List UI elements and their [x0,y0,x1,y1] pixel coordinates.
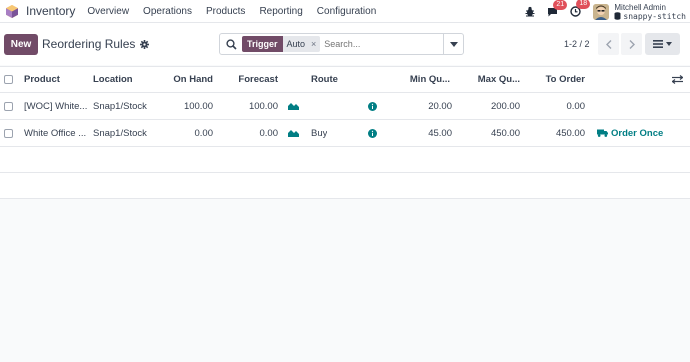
select-all-checkbox[interactable] [4,67,13,92]
messages-count-badge: 21 [553,0,568,10]
caret-down-icon [666,42,672,46]
facet-remove-icon[interactable]: × [311,39,316,49]
inventory-app-icon[interactable] [6,4,18,18]
activities-count-badge: 18 [576,0,591,9]
forecast-graph-icon[interactable] [288,120,299,146]
pager-next-button[interactable] [621,33,642,55]
optional-columns-toggle-icon[interactable] [672,67,683,92]
gear-icon[interactable] [140,39,150,49]
facet-value-text: Auto [286,39,306,49]
menu-products[interactable]: Products [206,6,245,17]
column-header-max-qty[interactable]: Max Qu... [462,67,520,92]
product-cell[interactable]: [WOC] White... [24,93,90,119]
column-header-on-hand[interactable]: On Hand [160,67,213,92]
facet-label: Trigger [242,36,283,52]
pager-value[interactable]: 1-2 / 2 [564,39,590,49]
truck-icon [597,129,608,137]
location-cell[interactable]: Snap1/Stock [93,93,147,119]
chevron-left-icon [605,39,611,49]
new-button[interactable]: New [4,33,38,55]
search-facet-trigger: Trigger Auto × [242,36,321,52]
max-qty-cell[interactable]: 450.00 [462,120,520,146]
table-header: Product Location On Hand Forecast Route … [0,66,690,93]
column-header-forecast[interactable]: Forecast [225,67,278,92]
forecast-graph-icon[interactable] [288,93,299,119]
empty-row [0,173,690,199]
database-icon [614,12,621,20]
user-menu[interactable]: Mitchell Admin snappy-stitch [614,3,686,21]
page-title: Reordering Rules [42,37,136,51]
column-header-to-order[interactable]: To Order [530,67,585,92]
info-icon[interactable] [368,93,377,119]
column-header-min-qty[interactable]: Min Qu... [395,67,450,92]
forecast-cell[interactable]: 0.00 [225,120,279,146]
min-qty-cell[interactable]: 20.00 [395,93,452,119]
search-input[interactable] [324,39,425,49]
debug-bug-icon[interactable] [525,6,535,17]
column-header-route[interactable]: Route [311,67,338,92]
chevron-right-icon [629,39,635,49]
search-bar: Trigger Auto × [219,33,464,55]
pager-previous-button[interactable] [598,33,619,55]
database-name: snappy-stitch [614,12,686,21]
table-row[interactable]: White Office ... Snap1/Stock 0.00 0.00 B… [0,120,690,147]
app-name[interactable]: Inventory [26,4,75,18]
forecast-cell[interactable]: 100.00 [225,93,278,119]
search-options-toggle[interactable] [443,34,463,54]
facet-value: Auto × [282,36,321,52]
on-hand-cell[interactable]: 100.00 [160,93,213,119]
route-cell[interactable]: Buy [311,120,327,146]
top-navbar: Inventory Overview Operations Products R… [0,0,690,23]
user-avatar[interactable] [593,3,610,20]
messages-button[interactable]: 21 [547,0,568,17]
search-icon [220,38,242,50]
row-checkbox[interactable] [4,93,13,119]
order-once-button[interactable]: Order Once [597,120,663,146]
reordering-rules-table: Product Location On Hand Forecast Route … [0,66,690,199]
menu-overview[interactable]: Overview [87,6,129,17]
menu-operations[interactable]: Operations [143,6,192,17]
column-header-location[interactable]: Location [93,67,133,92]
menu-configuration[interactable]: Configuration [317,6,376,17]
column-header-product[interactable]: Product [24,67,60,92]
list-icon [653,40,663,48]
product-cell[interactable]: White Office ... [24,120,90,146]
user-name: Mitchell Admin [614,2,666,12]
order-once-label: Order Once [611,127,664,139]
to-order-cell[interactable]: 450.00 [530,120,585,146]
info-icon[interactable] [368,120,377,146]
max-qty-cell[interactable]: 200.00 [462,93,520,119]
control-panel: New Reordering Rules Trigger Auto × Sear… [0,23,690,65]
on-hand-cell[interactable]: 0.00 [160,120,214,146]
table-row[interactable]: [WOC] White... Snap1/Stock 100.00 100.00… [0,93,690,120]
database-name-label: snappy-stitch [623,11,686,21]
activities-button[interactable]: 18 [570,0,591,17]
list-view-button[interactable] [645,33,680,55]
min-qty-cell[interactable]: 45.00 [395,120,452,146]
caret-down-icon [449,41,458,47]
empty-row [0,147,690,173]
to-order-cell[interactable]: 0.00 [530,93,586,119]
menu-reporting[interactable]: Reporting [259,6,302,17]
row-checkbox[interactable] [4,120,13,146]
location-cell[interactable]: Snap1/Stock [93,120,147,146]
